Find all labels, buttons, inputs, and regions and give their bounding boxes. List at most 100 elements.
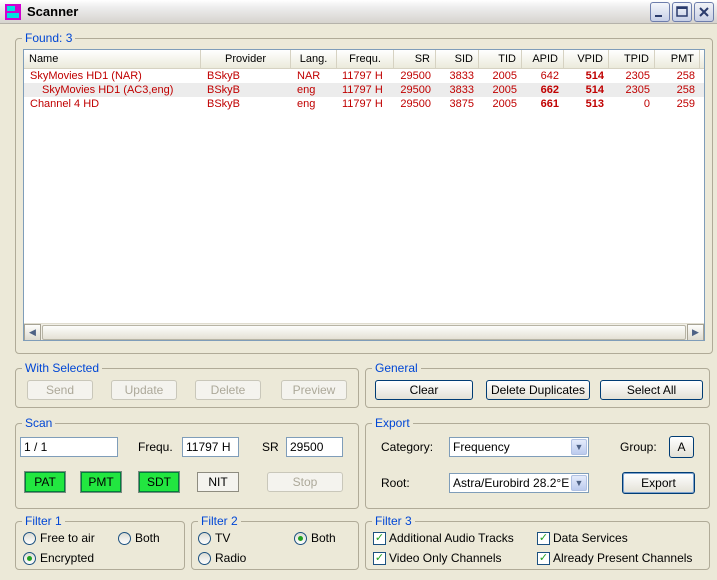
filter2-title: Filter 2 <box>198 514 241 528</box>
column-header-tid[interactable]: TID <box>479 50 522 69</box>
cell-apid: 642 <box>540 70 559 82</box>
column-header-vpid[interactable]: VPID <box>564 50 609 69</box>
app-icon <box>5 4 21 20</box>
radio-both-filter1[interactable] <box>118 532 131 545</box>
chevron-down-icon[interactable]: ▼ <box>571 475 587 491</box>
channel-list[interactable]: Name Provider Lang. Frequ. SR SID TID AP… <box>23 49 705 341</box>
table-row[interactable]: Channel 4 HD BSkyB eng 11797 H 29500 387… <box>24 97 704 111</box>
check-icon: ✓ <box>374 552 385 564</box>
cell-lang: eng <box>297 84 316 96</box>
scrollbar-thumb[interactable] <box>42 325 686 340</box>
stop-button[interactable]: Stop <box>267 472 343 492</box>
cell-lang: NAR <box>297 70 321 82</box>
column-header-sid[interactable]: SID <box>436 50 479 69</box>
both-filter1-label: Both <box>135 531 160 545</box>
tv-label: TV <box>215 531 231 545</box>
cell-sr: 29500 <box>400 70 431 82</box>
cell-frequ: 11797 H <box>342 84 383 96</box>
delete-button[interactable]: Delete <box>195 380 261 400</box>
close-button[interactable] <box>694 2 714 22</box>
table-row[interactable]: SkyMovies HD1 (NAR) BSkyB NAR 11797 H 29… <box>24 69 704 83</box>
cell-frequ: 11797 H <box>342 70 383 82</box>
additional-audio-label: Additional Audio Tracks <box>389 531 514 545</box>
cell-pmt: 259 <box>676 98 695 110</box>
horizontal-scrollbar[interactable]: ◀ ▶ <box>24 323 704 340</box>
delete-duplicates-button[interactable]: Delete Duplicates <box>486 380 590 400</box>
cell-tpid: 0 <box>643 98 650 110</box>
title-bar: Scanner <box>0 0 717 24</box>
column-header-lang[interactable]: Lang. <box>291 50 337 69</box>
scroll-right-button[interactable]: ▶ <box>687 324 704 340</box>
column-header-frequ[interactable]: Frequ. <box>337 50 394 69</box>
group-button[interactable]: A <box>669 436 694 458</box>
cell-provider: BSkyB <box>207 98 241 110</box>
frequ-label: Frequ. <box>138 440 173 454</box>
column-header-apid[interactable]: APID <box>522 50 564 69</box>
column-header-sr[interactable]: SR <box>394 50 436 69</box>
cell-sr: 29500 <box>400 98 431 110</box>
scroll-left-button[interactable]: ◀ <box>24 324 41 340</box>
scan-progress-field[interactable]: 1 / 1 <box>20 437 118 457</box>
video-only-label: Video Only Channels <box>389 551 502 565</box>
sr-label: SR <box>262 440 279 454</box>
found-count: 3 <box>65 31 73 45</box>
radio-radio[interactable] <box>198 552 211 565</box>
clear-button[interactable]: Clear <box>375 380 473 400</box>
close-icon <box>699 7 709 17</box>
select-all-button[interactable]: Select All <box>600 380 703 400</box>
both-filter2-label: Both <box>311 531 336 545</box>
send-button[interactable]: Send <box>27 380 93 400</box>
chevron-right-icon: ▶ <box>692 327 699 337</box>
checkbox-data-services[interactable]: ✓ <box>537 532 550 545</box>
cell-name: SkyMovies HD1 (NAR) <box>30 70 142 82</box>
checkbox-additional-audio[interactable]: ✓ <box>373 532 386 545</box>
cell-tpid: 2305 <box>625 84 650 96</box>
table-row[interactable]: SkyMovies HD1 (AC3,eng) BSkyB eng 11797 … <box>24 83 704 97</box>
update-button[interactable]: Update <box>111 380 177 400</box>
checkbox-already-present[interactable]: ✓ <box>537 552 550 565</box>
radio-free-to-air[interactable] <box>23 532 36 545</box>
root-value: Astra/Eurobird 28.2°E <box>453 476 570 490</box>
column-header-provider[interactable]: Provider <box>201 50 291 69</box>
group-label: Group: <box>620 440 657 454</box>
cell-apid: 662 <box>540 84 559 96</box>
list-header: Name Provider Lang. Frequ. SR SID TID AP… <box>24 50 704 69</box>
cell-frequ: 11797 H <box>342 98 383 110</box>
cell-vpid: 514 <box>585 84 604 96</box>
cell-provider: BSkyB <box>207 70 241 82</box>
with-selected-title: With Selected <box>22 361 103 375</box>
general-title: General <box>372 361 421 375</box>
free-to-air-label: Free to air <box>40 531 95 545</box>
export-button[interactable]: Export <box>622 472 695 494</box>
category-select[interactable]: Frequency ▼ <box>449 437 589 457</box>
root-select[interactable]: Astra/Eurobird 28.2°E ▼ <box>449 473 589 493</box>
radio-label: Radio <box>215 551 247 565</box>
sr-field[interactable]: 29500 <box>286 437 343 457</box>
column-header-tpid[interactable]: TPID <box>609 50 655 69</box>
filter1-title: Filter 1 <box>22 514 65 528</box>
radio-both-filter2[interactable] <box>294 532 307 545</box>
checkbox-video-only[interactable]: ✓ <box>373 552 386 565</box>
frequ-field[interactable]: 11797 H <box>182 437 239 457</box>
cell-sid: 3833 <box>449 70 474 82</box>
preview-button[interactable]: Preview <box>281 380 347 400</box>
minimize-icon <box>655 15 662 17</box>
pat-indicator: PAT <box>24 471 66 493</box>
column-header-pmt[interactable]: PMT <box>655 50 700 69</box>
cell-tpid: 2305 <box>625 70 650 82</box>
found-label: Found: <box>25 31 63 45</box>
minimize-button[interactable] <box>650 2 670 22</box>
check-icon: ✓ <box>538 552 549 564</box>
radio-tv[interactable] <box>198 532 211 545</box>
cell-name: Channel 4 HD <box>30 98 100 110</box>
column-header-name[interactable]: Name <box>24 50 201 69</box>
maximize-button[interactable] <box>672 2 692 22</box>
chevron-down-icon[interactable]: ▼ <box>571 439 587 455</box>
data-services-label: Data Services <box>553 531 628 545</box>
category-label: Category: <box>381 440 434 454</box>
chevron-left-icon: ◀ <box>29 327 36 337</box>
export-title: Export <box>372 416 413 430</box>
encrypted-label: Encrypted <box>40 551 95 565</box>
radio-encrypted[interactable] <box>23 552 36 565</box>
found-group-title: Found: 3 <box>22 31 76 45</box>
